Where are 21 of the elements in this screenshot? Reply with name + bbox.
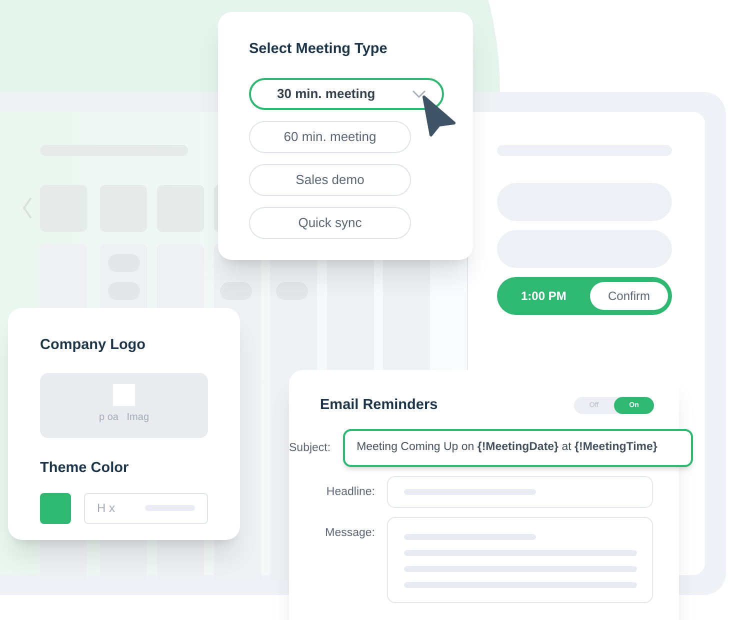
card-title: Theme Color [40, 458, 130, 478]
time-label: 1:00 PM [521, 288, 566, 305]
meeting-option[interactable]: Sales demo [249, 164, 411, 196]
meeting-option[interactable]: Quick sync [249, 206, 411, 239]
field-label: Message: [324, 526, 375, 541]
card-title: Email Reminders [320, 396, 438, 415]
card-title: Select Meeting Type [249, 40, 388, 59]
chevron-down-icon [412, 90, 426, 99]
meeting-option[interactable]: 60 min. meeting [249, 120, 411, 153]
upload-text: p oa Imag [98, 410, 150, 425]
subject-field[interactable]: Meeting Coming Up on {!MeetingDate} at {!MeetingTime} [342, 428, 693, 467]
confirm-button[interactable]: Confirm [590, 282, 668, 310]
headline-field[interactable] [387, 476, 653, 508]
field-label: Subject: [289, 440, 331, 456]
hex-placeholder: H x [97, 500, 115, 517]
cursor-icon [422, 95, 456, 137]
field-label: Headline: [325, 484, 375, 500]
color-swatch[interactable] [40, 492, 71, 524]
card-title: Company Logo [40, 336, 147, 355]
message-field[interactable] [387, 516, 653, 603]
time-slot[interactable]: 1:00 PM Confirm [497, 277, 672, 315]
